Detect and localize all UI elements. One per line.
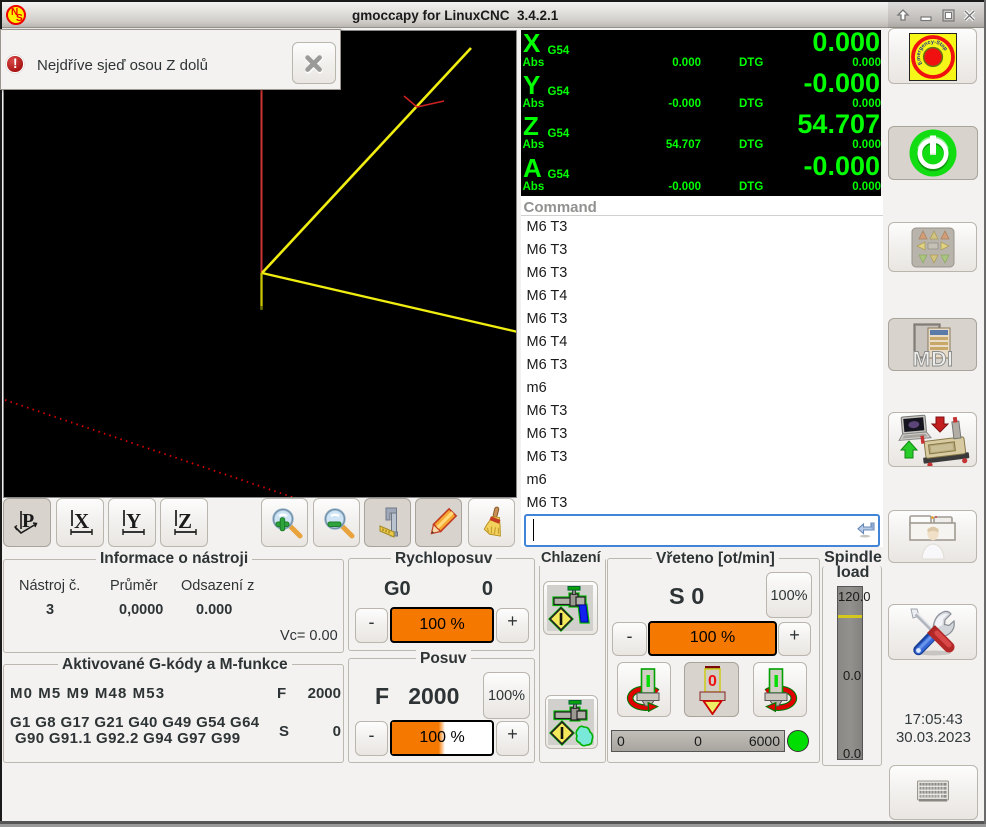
svg-text:Z: Z — [178, 509, 192, 533]
svg-text:0: 0 — [708, 673, 717, 690]
svg-text:Y: Y — [126, 509, 141, 533]
svg-text:X: X — [74, 509, 89, 533]
svg-text:MDI: MDI — [913, 347, 954, 368]
